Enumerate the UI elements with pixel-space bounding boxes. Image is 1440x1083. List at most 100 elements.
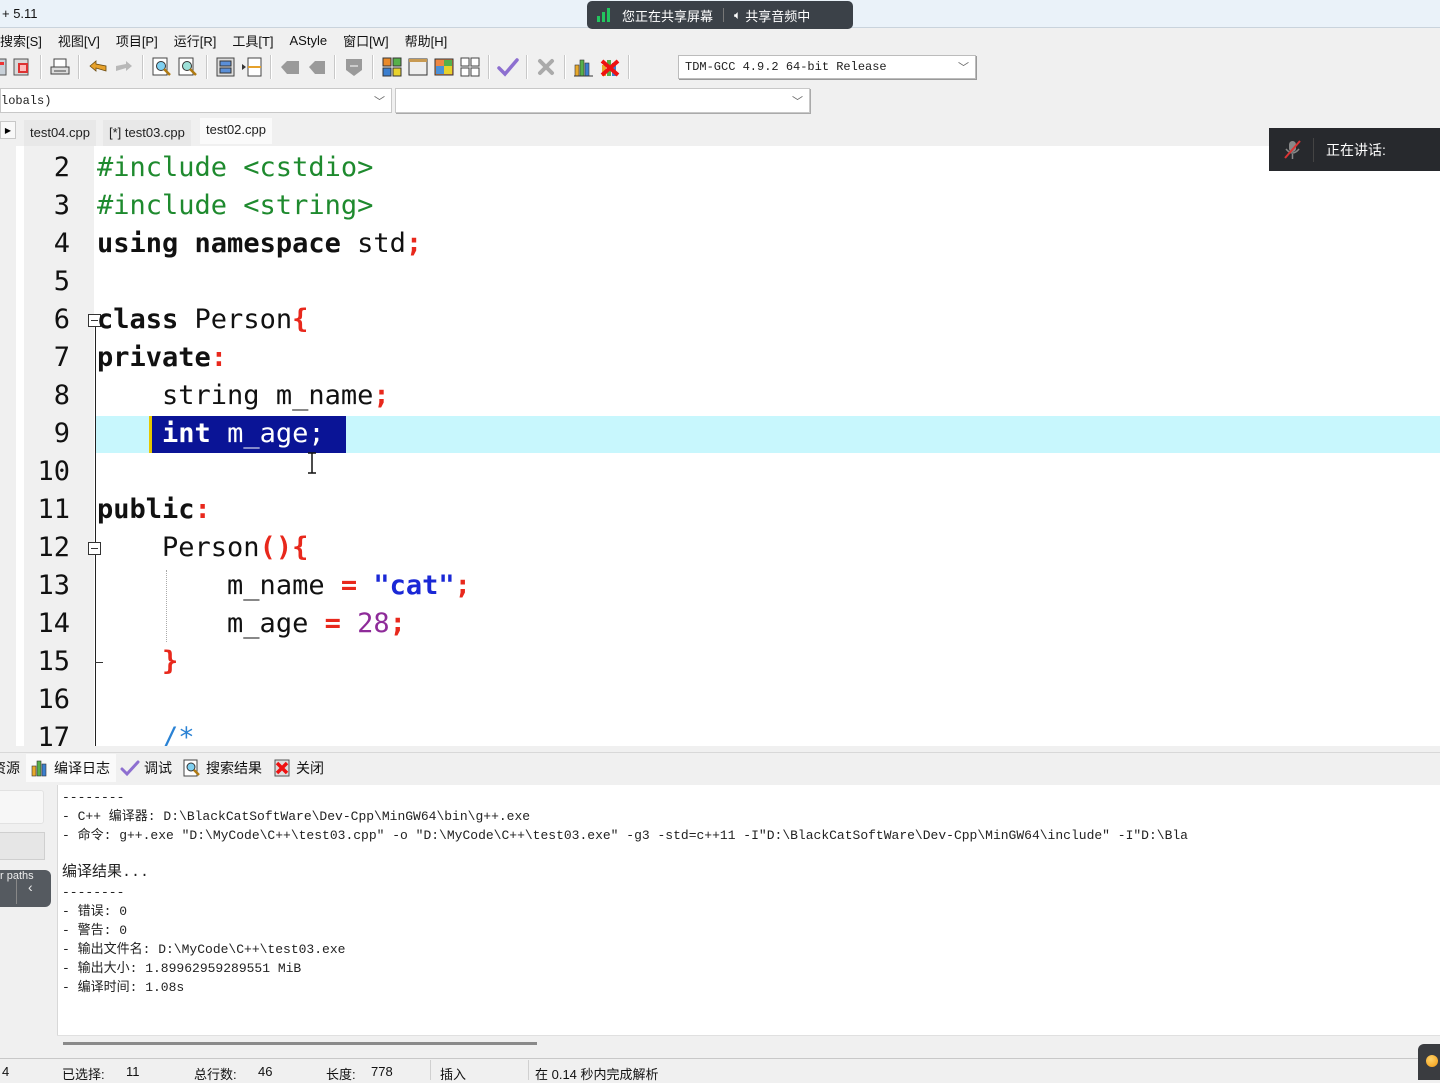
screen-share-banner[interactable]: 您正在共享屏幕 🔈︎ 共享音频中	[587, 1, 853, 29]
status-lines-label: 总行数:	[194, 1067, 237, 1082]
punctuation: :	[210, 342, 228, 373]
stop-button[interactable]	[534, 55, 558, 79]
class-scope-select[interactable]: lobals) ﹀	[0, 88, 392, 113]
code-line-4: using namespace std;	[97, 225, 422, 263]
toolbar-separator	[206, 55, 208, 79]
window-icon	[408, 58, 428, 76]
log-line: 编译结果...	[62, 864, 150, 881]
string-literal: "cat"	[373, 570, 455, 601]
log-line: - 输出大小: 1.89962959289551 MiB	[62, 961, 302, 976]
tab-close[interactable]: 关闭	[268, 754, 330, 782]
tab-scroll-button[interactable]: ▶	[0, 121, 16, 139]
code-line-15: }	[97, 643, 178, 681]
tab-label: 调试	[144, 759, 172, 776]
print-button[interactable]	[48, 55, 72, 79]
toggle-comment-button[interactable]	[342, 55, 366, 79]
identifier: m_age	[227, 608, 309, 639]
paths-collapse-pill[interactable]: r paths ‹	[0, 870, 51, 907]
toggle-bookmark-button[interactable]	[240, 55, 264, 79]
punctuation: ;	[373, 380, 390, 411]
delete-profile-button[interactable]	[598, 55, 622, 79]
layout-button[interactable]	[432, 55, 456, 79]
member-scope-select[interactable]: ﹀	[395, 88, 810, 113]
side-panel-field[interactable]	[0, 790, 44, 824]
tab-test02[interactable]: test02.cpp	[200, 118, 272, 144]
tab-label: 资源	[0, 759, 20, 776]
menu-astyle[interactable]: AStyle	[282, 33, 336, 48]
window-button[interactable]	[406, 55, 430, 79]
new-project-button[interactable]	[380, 55, 404, 79]
save-all-icon	[0, 58, 7, 76]
syntax-check-button[interactable]	[496, 55, 520, 79]
toolbar-separator	[334, 55, 336, 79]
code-line-11: public:	[97, 491, 211, 529]
toolbar-separator	[628, 55, 630, 79]
side-panel-button[interactable]	[0, 832, 45, 860]
indent-button[interactable]	[278, 55, 302, 79]
tab-label: test02.cpp	[206, 122, 266, 137]
code-line-13: m_name = "cat";	[97, 567, 471, 605]
replace-button[interactable]	[176, 55, 200, 79]
tab-label: 编译日志	[54, 759, 110, 776]
status-dot-icon	[1426, 1055, 1438, 1067]
identifier: Person	[162, 532, 260, 563]
compiler-select[interactable]: TDM-GCC 4.9.2 64-bit Release ﹀	[678, 55, 976, 79]
line-number: 14	[37, 608, 70, 639]
line-number: 12	[37, 532, 70, 563]
menu-project[interactable]: 项目[P]	[108, 31, 166, 50]
compile-log[interactable]: -------- - C++ 编译器: D:\BlackCatSoftWare\…	[57, 785, 1440, 1035]
tab-test03[interactable]: [*] test03.cpp	[103, 120, 191, 146]
log-line: - C++ 编译器: D:\BlackCatSoftWare\Dev-Cpp\M…	[62, 809, 531, 824]
find-button[interactable]	[150, 55, 174, 79]
goto-line-button[interactable]	[214, 55, 238, 79]
menu-run[interactable]: 运行[R]	[166, 31, 225, 50]
scrollbar-thumb[interactable]	[63, 1042, 537, 1045]
floating-widget[interactable]	[1418, 1044, 1440, 1080]
unindent-button[interactable]	[304, 55, 328, 79]
undo-button[interactable]	[86, 55, 110, 79]
bookmark-icon	[242, 57, 262, 77]
bar-chart-icon	[574, 59, 593, 77]
chevron-down-icon: ﹀	[792, 96, 803, 108]
menu-help[interactable]: 帮助[H]	[397, 31, 456, 50]
tab-label: test04.cpp	[30, 125, 90, 140]
tab-search-results[interactable]: 搜索结果	[178, 754, 268, 782]
status-insert-mode: 插入	[440, 1067, 467, 1082]
close-file-button[interactable]	[10, 55, 34, 79]
toolbar-separator	[270, 55, 272, 79]
toolbar-separator	[142, 55, 144, 79]
code-editor[interactable]: 2 3 4 5 6 7 8 9 10 11 12 13 14 15 16 17 …	[16, 146, 1440, 746]
indent-guide	[166, 570, 167, 642]
menu-window[interactable]: 窗口[W]	[335, 31, 397, 50]
punctuation: ;	[405, 228, 423, 259]
identifier: m_name	[227, 570, 325, 601]
keyword: namespace	[194, 228, 341, 259]
menu-view[interactable]: 视图[V]	[50, 31, 108, 50]
close-doc-icon	[274, 759, 290, 776]
line-number: 9	[53, 418, 70, 449]
line-number: 16	[37, 684, 70, 715]
tab-compile-log[interactable]: 编译日志	[26, 753, 116, 782]
redo-button[interactable]	[112, 55, 136, 79]
sharing-audio-label[interactable]: 共享音频中	[745, 6, 810, 25]
log-line: - 错误: 0	[62, 904, 128, 919]
menu-search[interactable]: 搜索[S]	[0, 31, 50, 50]
status-parse-message: 在 0.14 秒内完成解析	[535, 1067, 659, 1082]
menu-tools[interactable]: 工具[T]	[224, 31, 281, 50]
tab-debug[interactable]: 调试	[116, 754, 178, 782]
bottom-panel-tabs: 资源 编译日志 调试 搜索结果 关闭	[0, 752, 1440, 782]
profile-button[interactable]	[572, 55, 596, 79]
signal-bars-icon	[597, 8, 610, 22]
grid-button[interactable]	[458, 55, 482, 79]
close-file-icon	[13, 58, 29, 76]
status-length-value: 778	[371, 1064, 393, 1079]
tab-resources[interactable]: 资源	[0, 754, 26, 782]
code-line-12: Person(){	[97, 529, 308, 567]
tab-test04[interactable]: test04.cpp	[24, 120, 96, 146]
save-all-button[interactable]	[0, 55, 8, 79]
horizontal-scrollbar[interactable]	[57, 1035, 1440, 1055]
line-number: 13	[37, 570, 70, 601]
toolbar-separator	[40, 55, 42, 79]
x-icon	[538, 59, 554, 75]
window-title: + 5.11	[2, 6, 38, 21]
